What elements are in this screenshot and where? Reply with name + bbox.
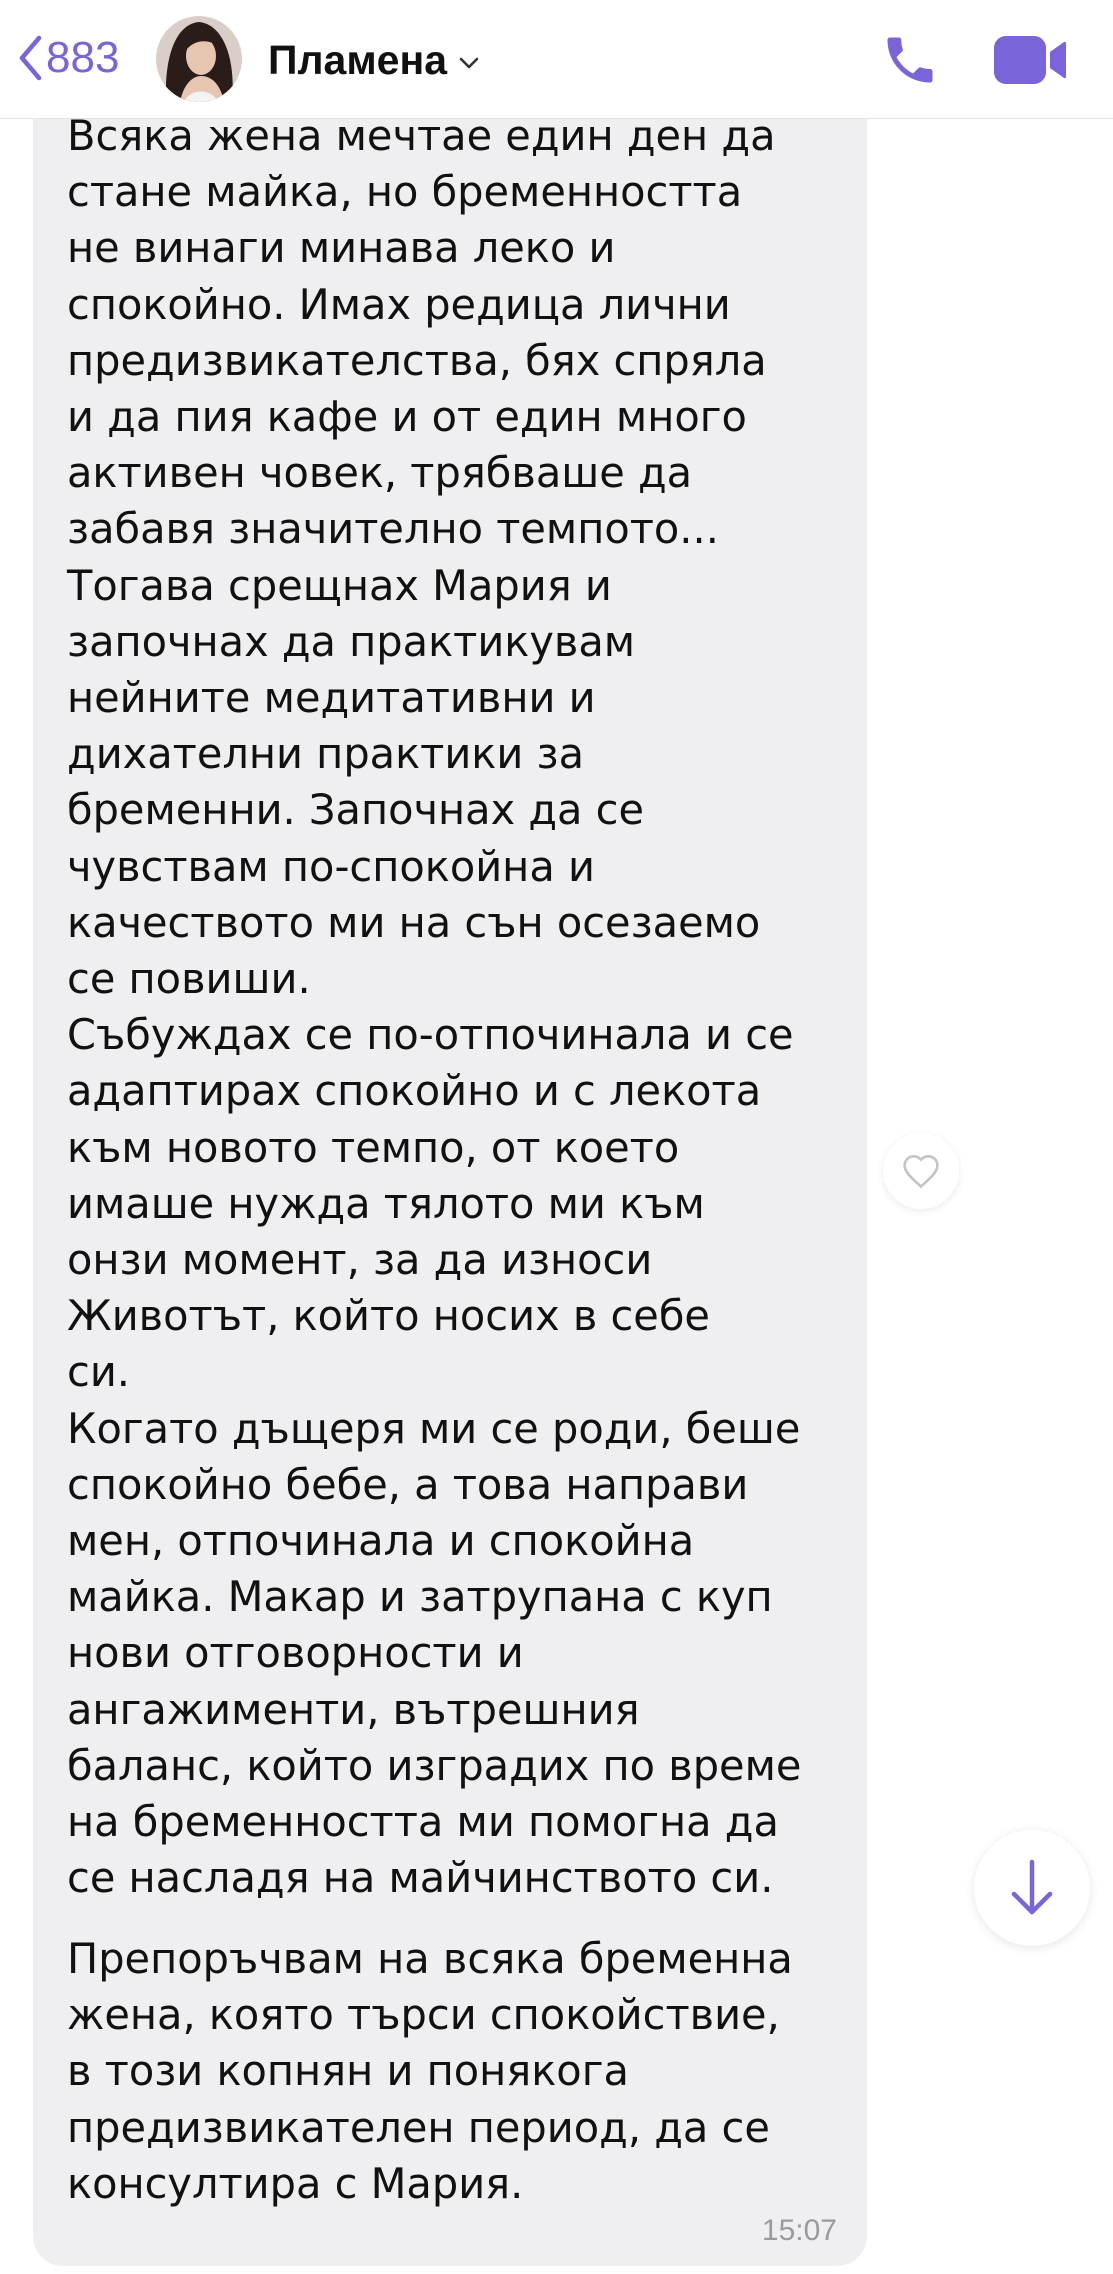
video-camera-icon bbox=[994, 36, 1066, 84]
chevron-down-icon bbox=[459, 57, 479, 69]
phone-icon bbox=[887, 37, 933, 83]
like-button[interactable] bbox=[883, 1133, 959, 1209]
contact-title[interactable]: Пламена bbox=[268, 30, 479, 90]
unread-count: 883 bbox=[46, 33, 120, 82]
call-button[interactable] bbox=[880, 30, 940, 90]
heart-outline-icon bbox=[903, 1154, 939, 1189]
message-text: Всяка жена мечтае един ден да стане майк… bbox=[67, 111, 802, 1903]
arrow-down-icon bbox=[1011, 1859, 1053, 1915]
video-call-button[interactable] bbox=[992, 34, 1068, 86]
scroll-to-bottom-button[interactable] bbox=[974, 1830, 1090, 1946]
back-button[interactable]: 883 bbox=[18, 28, 119, 88]
contact-name: Пламена bbox=[268, 36, 448, 83]
back-chevron-icon bbox=[19, 35, 42, 81]
message-time: 15:07 bbox=[761, 2214, 837, 2247]
scroll-area-background bbox=[868, 1918, 1113, 2274]
message-bubble[interactable]: Всяка жена мечтае един ден да стане майк… bbox=[33, 90, 867, 2266]
message-text-continued: Препоръчвам на всяка бременна жена, коят… bbox=[67, 1934, 793, 2208]
avatar[interactable] bbox=[156, 16, 242, 102]
chat-header: 883 Пламена bbox=[0, 0, 1113, 119]
